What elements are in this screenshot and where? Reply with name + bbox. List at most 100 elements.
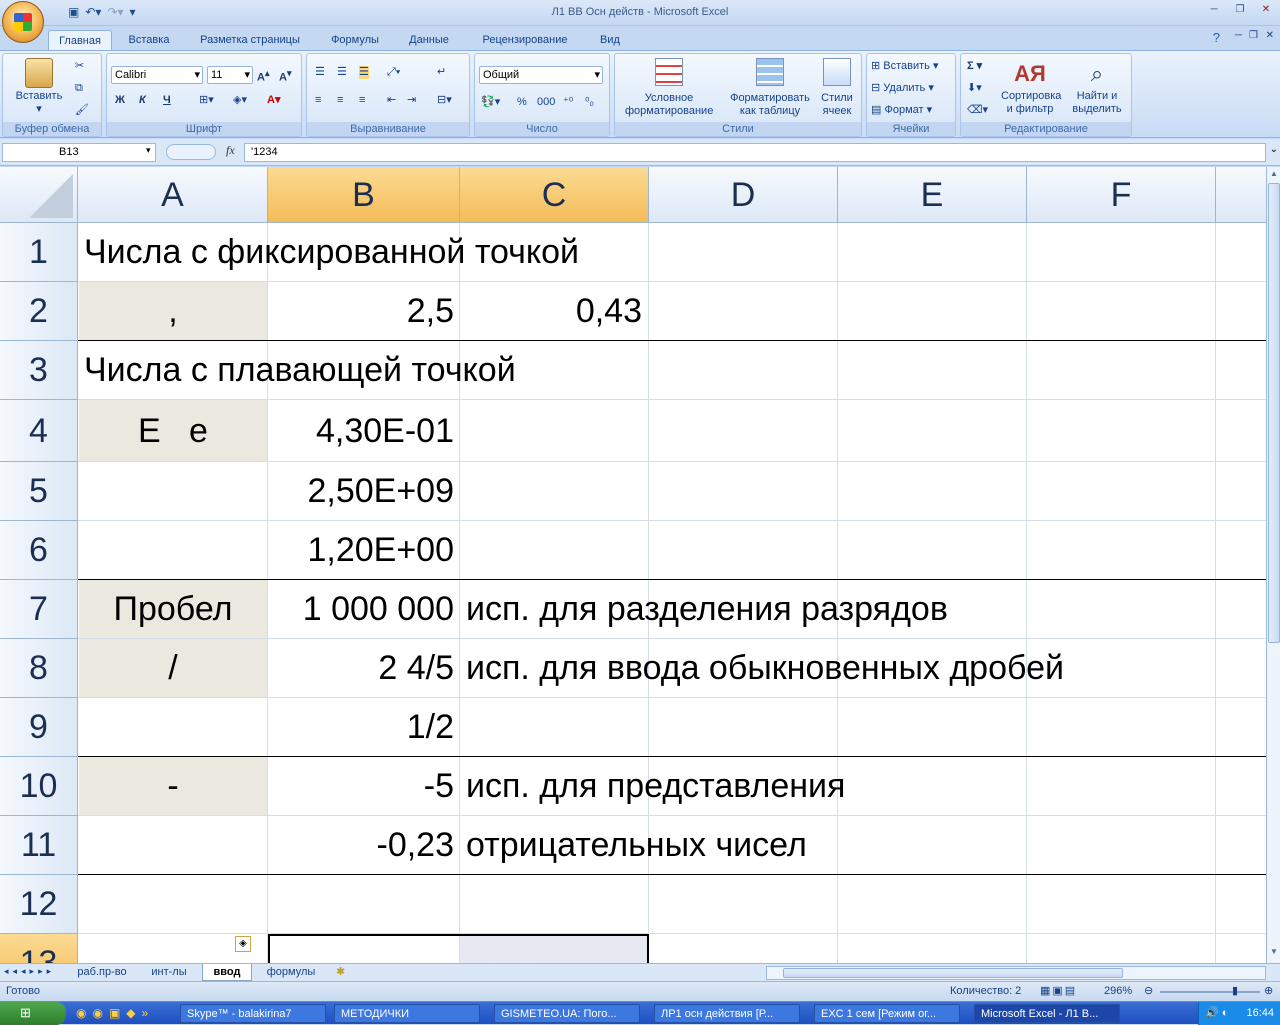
row-header-5[interactable]: 5 <box>0 462 78 521</box>
cell-c2[interactable]: 0,43 <box>460 282 642 340</box>
tab-insert[interactable]: Вставка <box>118 30 180 50</box>
row-header-7[interactable]: 7 <box>0 580 78 639</box>
clear-icon[interactable]: ⌫▾ <box>967 104 988 117</box>
sort-filter-button[interactable]: AЯ Сортировка и фильтр <box>995 58 1065 116</box>
cell-a3[interactable]: Числа с плавающей точкой <box>84 341 516 399</box>
cut-icon[interactable]: ✂ <box>75 60 84 73</box>
sheet-tab-formuly[interactable]: формулы <box>256 964 326 981</box>
shrink-font-icon[interactable]: A▾ <box>279 67 292 85</box>
ribbon-close-icon[interactable]: ✕ <box>1266 30 1274 41</box>
cell-c11[interactable]: отрицательных чисел <box>466 816 807 874</box>
zoom-out-icon[interactable]: ⊖ <box>1144 984 1153 997</box>
align-top-icon[interactable]: ☰ <box>315 66 325 79</box>
row-header-2[interactable]: 2 <box>0 282 78 341</box>
insert-cells-button[interactable]: ⊞ Вставить ▾ <box>871 60 939 73</box>
row-header-1[interactable]: 1 <box>0 223 78 282</box>
font-name-select[interactable]: Calibri ▾ <box>111 66 203 84</box>
start-button[interactable]: ⊞ <box>0 1002 66 1025</box>
tab-data[interactable]: Данные <box>398 30 460 50</box>
tab-page-layout[interactable]: Разметка страницы <box>190 30 310 50</box>
row-header-9[interactable]: 9 <box>0 698 78 757</box>
view-buttons-icon[interactable]: ▦▣▤ <box>1040 984 1077 997</box>
help-icon[interactable]: ? <box>1213 30 1220 45</box>
row-header-8[interactable]: 8 <box>0 639 78 698</box>
sheet-tab-int[interactable]: инт-лы <box>142 964 196 981</box>
cell-b8[interactable]: 2 4/5 <box>268 639 454 697</box>
cell-a2[interactable]: , <box>79 282 267 340</box>
ribbon-restore-icon[interactable]: ❐ <box>1249 30 1258 41</box>
percent-button[interactable]: % <box>517 96 527 109</box>
column-header-d[interactable]: D <box>649 167 838 223</box>
format-cells-button[interactable]: ▤ Формат ▾ <box>871 104 932 117</box>
taskbar-item-exc1[interactable]: EXC 1 сем [Режим ог... <box>814 1004 960 1023</box>
zoom-in-icon[interactable]: ⊕ <box>1264 984 1273 997</box>
cell-a7[interactable]: Пробел <box>79 580 267 638</box>
close-icon[interactable]: ✕ <box>1254 2 1278 18</box>
cell-c10[interactable]: исп. для представления <box>466 757 845 815</box>
find-select-button[interactable]: ⌕ Найти и выделить <box>1065 58 1129 116</box>
ribbon-minimize-icon[interactable]: ─ <box>1235 30 1242 41</box>
column-header-c[interactable]: C <box>460 167 649 223</box>
cell-a1[interactable]: Числа с фиксированной точкой <box>84 223 579 281</box>
paste-button[interactable]: Вставить ▾ <box>9 58 69 116</box>
format-as-table-button[interactable]: Форматировать как таблицу <box>723 58 817 118</box>
restore-icon[interactable]: ❐ <box>1228 2 1252 18</box>
number-format-select[interactable]: Общий ▾ <box>479 66 603 84</box>
wrap-text-icon[interactable]: ↵ <box>437 66 446 79</box>
sheet-tab-vvod[interactable]: ввод <box>202 964 252 981</box>
zoom-level[interactable]: 296% <box>1104 985 1132 997</box>
taskbar-item-skype[interactable]: Skype™ - balakirina7 <box>180 1004 326 1023</box>
fill-icon[interactable]: ⬇▾ <box>967 82 982 95</box>
align-left-icon[interactable]: ≡ <box>315 94 321 107</box>
taskbar-item-gismeteo[interactable]: GISMETEO.UA: Пого... <box>494 1004 640 1023</box>
row-header-3[interactable]: 3 <box>0 341 78 400</box>
cell-a8[interactable]: / <box>79 639 267 697</box>
select-all-corner[interactable] <box>0 167 78 223</box>
cell-b6[interactable]: 1,20E+00 <box>268 521 454 579</box>
taskbar-item-metodichki[interactable]: МЕТОДИЧКИ <box>334 1004 480 1023</box>
borders-icon[interactable]: ⊞▾ <box>199 94 214 107</box>
thousands-button[interactable]: 000 <box>537 96 555 109</box>
row-header-6[interactable]: 6 <box>0 521 78 580</box>
conditional-formatting-button[interactable]: Условное форматирование <box>617 58 721 118</box>
zoom-slider[interactable] <box>1160 991 1260 993</box>
currency-icon[interactable]: 💱▾ <box>481 96 500 109</box>
worksheet-grid[interactable]: A B C D E F 1 2 3 4 5 6 7 8 9 10 11 12 1… <box>0 167 1266 963</box>
row-header-12[interactable]: 12 <box>0 875 78 934</box>
italic-button[interactable]: К <box>139 94 146 107</box>
cell-a10[interactable]: - <box>79 757 267 815</box>
cell-b4[interactable]: 4,30E-01 <box>268 402 454 460</box>
bold-button[interactable]: Ж <box>115 94 125 107</box>
tray-icons[interactable]: 🔊◐ <box>1205 1002 1231 1025</box>
copy-icon[interactable]: ⧉ <box>75 82 83 95</box>
row-header-13[interactable]: 13 <box>0 934 78 963</box>
cell-b10[interactable]: -5 <box>268 757 454 815</box>
tab-view[interactable]: Вид <box>590 30 630 50</box>
name-box-dropdown-icon[interactable]: ▾ <box>146 145 151 156</box>
underline-button[interactable]: Ч <box>163 94 171 107</box>
cell-b7[interactable]: 1 000 000 <box>268 580 454 638</box>
expand-formula-icon[interactable]: ⌄ <box>1270 144 1278 155</box>
font-color-icon[interactable]: A▾ <box>267 94 280 107</box>
scroll-down-icon[interactable]: ▼ <box>1268 947 1280 961</box>
name-box[interactable]: B13 <box>2 143 156 162</box>
taskbar-item-lr1[interactable]: ЛР1 осн действия [Р... <box>654 1004 800 1023</box>
horizontal-scrollbar[interactable] <box>766 966 1266 980</box>
horizontal-scroll-thumb[interactable] <box>783 968 1123 978</box>
cell-b11[interactable]: -0,23 <box>268 816 455 874</box>
tab-home[interactable]: Главная <box>48 30 112 50</box>
cell-c7[interactable]: исп. для разделения разрядов <box>466 580 948 638</box>
row-header-10[interactable]: 10 <box>0 757 78 816</box>
formula-bar-resize-handle[interactable] <box>166 144 216 160</box>
scroll-up-icon[interactable]: ▲ <box>1268 169 1280 183</box>
column-header-f[interactable]: F <box>1027 167 1216 223</box>
insert-function-icon[interactable]: fx <box>226 143 235 158</box>
fill-color-icon[interactable]: ◈▾ <box>233 94 247 107</box>
minimize-icon[interactable]: ─ <box>1202 2 1226 18</box>
align-bottom-icon[interactable]: ☰ <box>359 66 369 79</box>
autosum-icon[interactable]: Σ ▾ <box>967 60 982 73</box>
sheet-nav-icons[interactable]: ◂◂◂▸▸▸ <box>4 966 55 977</box>
taskbar-item-excel[interactable]: Microsoft Excel - Л1 В... <box>974 1004 1120 1023</box>
cell-a4[interactable]: E e <box>79 402 267 460</box>
vertical-scroll-thumb[interactable] <box>1268 183 1280 643</box>
